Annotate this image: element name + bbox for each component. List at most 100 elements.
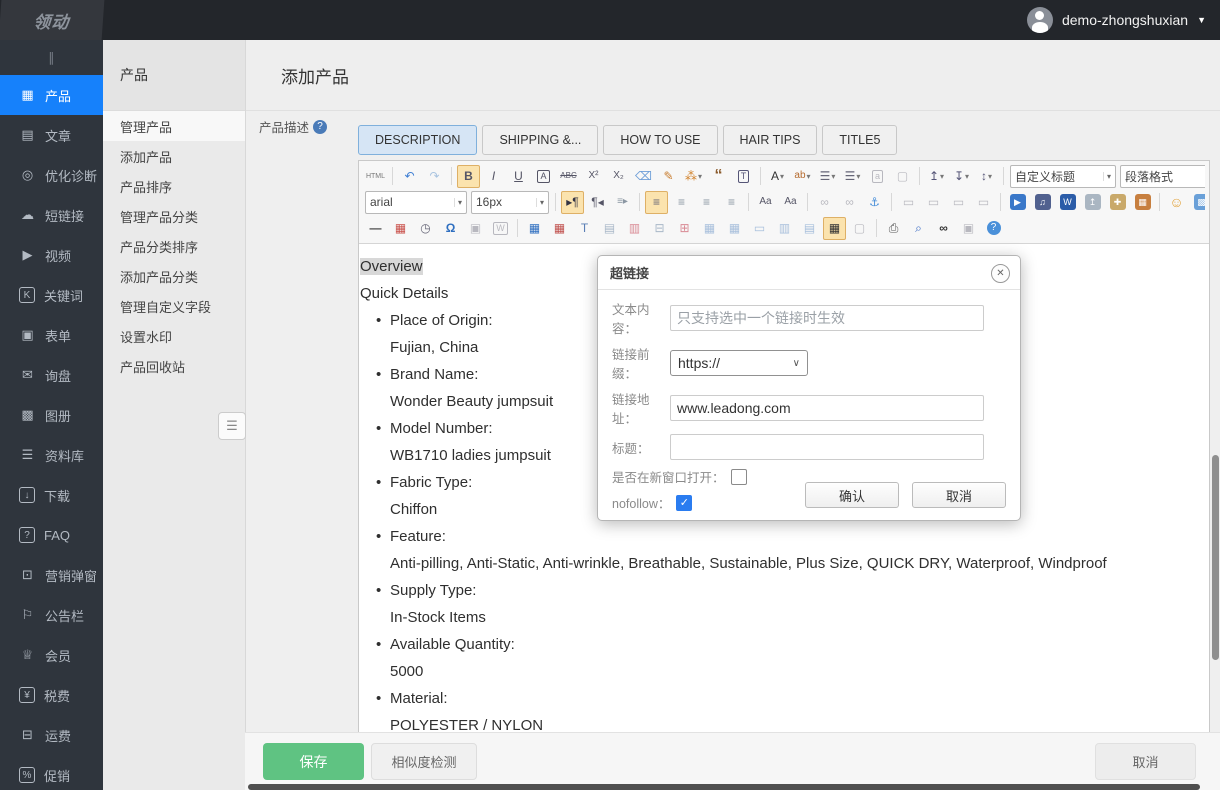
insert-video-button[interactable]: ▶ [1006,191,1029,214]
close-icon[interactable]: ✕ [991,264,1010,283]
new-window-checkbox[interactable] [731,469,747,485]
vertical-scrollbar-thumb[interactable] [1212,455,1219,660]
format-painter-button[interactable]: ✎ [657,165,680,188]
dialog-cancel-button[interactable]: 取消 [912,482,1006,508]
sidebar-item-downloads[interactable]: ↓ 下载 [0,475,103,515]
text-content-input[interactable] [670,305,984,331]
blockquote-button[interactable]: “ [707,165,730,188]
insert-image-button[interactable]: ✚ [1106,191,1129,214]
insert-date-button[interactable]: ▦ [389,217,412,240]
sidebar-item-faq[interactable]: ? FAQ [0,515,103,555]
submenu-item-manage-categories[interactable]: 管理产品分类 [103,201,245,231]
paragraph-format-select[interactable]: 段落格式▾ [1120,165,1205,188]
sidebar-item-announcement[interactable]: ⚐ 公告栏 [0,595,103,635]
tab-title5[interactable]: TITLE5 [822,125,897,155]
nofollow-checkbox[interactable] [676,495,692,511]
first-line-indent-button[interactable]: ↥▾ [925,165,948,188]
sidebar-item-marketing-popup[interactable]: ⊡ 营销弹窗 [0,555,103,595]
uppercase-button[interactable]: Aa [754,191,777,214]
char-border-button[interactable]: A [532,165,555,188]
cancel-button[interactable]: 取消 [1095,743,1196,780]
word-image-button[interactable]: W [489,217,512,240]
help-icon[interactable]: ? [313,120,327,134]
paste-button[interactable]: ▣ [957,217,980,240]
anchor-button[interactable]: ⚓ [863,191,886,214]
paste-text-button[interactable]: T [732,165,755,188]
link-prefix-select[interactable]: https:// ∨ [670,350,808,376]
new-page-button[interactable]: ▢ [891,165,914,188]
sidebar-item-optimization-diagnosis[interactable]: ◎ 优化诊断 [0,155,103,195]
unordered-list-button[interactable]: ☰▾ [841,165,864,188]
tab-description[interactable]: DESCRIPTION [358,125,477,155]
submenu-item-category-sort[interactable]: 产品分类排序 [103,231,245,261]
sidebar-item-promotion[interactable]: % 促销 [0,755,103,790]
undo-button[interactable]: ↶ [398,165,421,188]
tab-hair-tips[interactable]: HAIR TIPS [723,125,818,155]
eraser-button[interactable]: ⌫ [632,165,655,188]
image-align-right-button[interactable]: ▭ [947,191,970,214]
sidebar-item-short-links[interactable]: ☁ 短链接 [0,195,103,235]
preview-button[interactable]: ⌕ [907,217,930,240]
align-left-button[interactable]: ≡ [645,191,668,214]
tab-how-to-use[interactable]: HOW TO USE [603,125,717,155]
underline-button[interactable]: U [507,165,530,188]
table-full-width-button[interactable]: ▭ [748,217,771,240]
submenu-item-add-category[interactable]: 添加产品分类 [103,261,245,291]
ordered-list-button[interactable]: ☰▾ [816,165,839,188]
map-button[interactable]: ▦ [1131,191,1154,214]
help-button[interactable]: ? [982,217,1005,240]
auto-typeset-button[interactable]: ≡▸ [611,191,634,214]
horizontal-rule-button[interactable]: — [364,217,387,240]
similarity-check-button[interactable]: 相似度检测 [371,743,477,780]
horizontal-scrollbar-thumb[interactable] [248,784,1200,790]
insert-time-button[interactable]: ◷ [414,217,437,240]
submenu-item-add-product[interactable]: 添加产品 [103,141,245,171]
italic-button[interactable]: I [482,165,505,188]
link-url-input[interactable] [670,395,984,421]
auto-format-button[interactable]: ⁂▾ [682,165,705,188]
ltr-paragraph-button[interactable]: ▸¶ [561,191,584,214]
hanging-indent-button[interactable]: ↧▾ [950,165,973,188]
delete-row-button[interactable]: ⊟ [648,217,671,240]
insert-music-button[interactable]: ♫ [1031,191,1054,214]
sidebar-item-products[interactable]: ▦ 产品 [0,75,103,115]
split-to-rows-button[interactable]: ▤ [798,217,821,240]
sidebar-item-shipping-fee[interactable]: ⊟ 运费 [0,715,103,755]
image-group-button[interactable]: ▣ [464,217,487,240]
link-title-input[interactable] [670,434,984,460]
split-to-cols-button[interactable]: ▥ [773,217,796,240]
user-menu[interactable]: demo-zhongshuxian ▼ [1027,0,1206,40]
delete-table-button[interactable]: ▦ [548,217,571,240]
collapse-submenu-button[interactable]: ☰ [218,412,246,440]
find-replace-button[interactable]: ∞ [932,217,955,240]
insert-row-button[interactable]: ▤ [598,217,621,240]
confirm-button[interactable]: 确认 [805,482,899,508]
font-family-select[interactable]: arial▾ [365,191,467,214]
link-button[interactable]: ∞ [813,191,836,214]
redo-button[interactable]: ↷ [423,165,446,188]
image-align-left-button[interactable]: ▭ [897,191,920,214]
submenu-item-set-watermark[interactable]: 设置水印 [103,321,245,351]
sidebar-item-inquiries[interactable]: ✉ 询盘 [0,355,103,395]
font-color-button[interactable]: A▾ [766,165,789,188]
delete-col-button[interactable]: ⊞ [673,217,696,240]
anchor-text-button[interactable]: a [866,165,889,188]
table-title-button[interactable]: T [573,217,596,240]
strikethrough-button[interactable]: ABC [557,165,580,188]
rtl-paragraph-button[interactable]: ¶◂ [586,191,609,214]
sidebar-item-library[interactable]: ☰ 资料库 [0,435,103,475]
image-align-center-button[interactable]: ▭ [922,191,945,214]
font-size-select[interactable]: 16px▾ [471,191,549,214]
subscript-button[interactable]: X₂ [607,165,630,188]
submenu-item-product-recycle-bin[interactable]: 产品回收站 [103,351,245,381]
align-right-button[interactable]: ≡ [695,191,718,214]
unlink-button[interactable]: ∞ [838,191,861,214]
table-style-button[interactable]: ▦ [823,217,846,240]
sidebar-collapse-handle[interactable]: ∥ [0,40,103,75]
line-height-button[interactable]: ↕▾ [975,165,998,188]
sidebar-item-articles[interactable]: ▤ 文章 [0,115,103,155]
html-source-button[interactable]: HTML [364,165,387,188]
custom-heading-select[interactable]: 自定义标题▾ [1010,165,1116,188]
align-justify-button[interactable]: ≡ [720,191,743,214]
image-manager-button[interactable]: ▩ [1190,191,1205,214]
